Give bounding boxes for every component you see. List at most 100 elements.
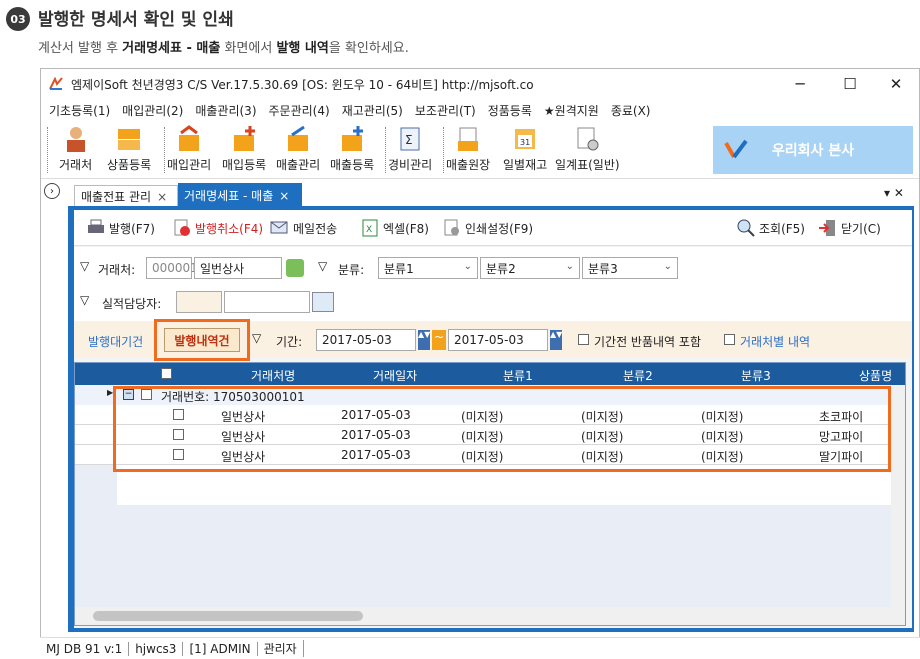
date-tilde: ~ — [432, 330, 446, 350]
client-search-icon[interactable] — [286, 259, 304, 277]
category3-select[interactable]: 분류3 ⌄ — [582, 257, 678, 279]
toolbar-product-button[interactable]: 상품등록 — [107, 125, 151, 177]
period-label: 기간: — [276, 335, 303, 349]
toolbar-expense-button[interactable]: Σ 경비관리 — [388, 125, 432, 177]
category1-select[interactable]: 분류1 ⌄ — [378, 257, 478, 279]
excel-button[interactable]: X 엑셀(F8) — [360, 219, 429, 237]
issue-cancel-button[interactable]: 발행취소(F4) — [172, 219, 263, 237]
sub-toolbar: 발행(F7) 발행취소(F4) 메일전송 X 엑셀(F8) 인쇄설정(F9) 조회… — [74, 210, 912, 246]
maximize-button[interactable]: ☐ — [827, 69, 873, 99]
grid-header: 거래처명 거래일자 분류1 분류2 분류3 상품명 — [75, 363, 905, 385]
col-product[interactable]: 상품명 — [859, 367, 892, 384]
client-name-field[interactable]: 일번상사 — [194, 257, 282, 279]
tab-invoice-sales[interactable]: 거래명세표 - 매출 × — [178, 183, 302, 208]
vertical-scrollbar[interactable] — [891, 385, 905, 607]
toolbar-purchase-mgmt-button[interactable]: 매입관리 — [167, 125, 211, 177]
mail-icon — [270, 221, 288, 234]
status-role: 관리자 — [258, 640, 304, 657]
toolbar-client-button[interactable]: 거래처 — [59, 125, 92, 177]
toolbar-purchase-reg-button[interactable]: 매입등록 — [222, 125, 266, 177]
menu-stock[interactable]: 재고관리(5) — [342, 102, 403, 119]
client-label: 거래처: — [98, 263, 136, 277]
date-from-field[interactable]: 2017-05-03 — [316, 329, 416, 351]
toolbar-separator — [47, 127, 48, 173]
horizontal-scrollbar[interactable] — [75, 607, 905, 625]
filter-area: ▽ 거래처: 000001 일번상사 ▽ 분류: 분류1 ⌄ 분류2 ⌄ 분류3 ⌄ … — [74, 247, 912, 321]
menu-bar: 기초등록(1) 매입관리(2) 매출관리(3) 주문관리(4) 재고관리(5) … — [41, 99, 919, 121]
menu-sales[interactable]: 매출관리(3) — [195, 102, 256, 119]
toolbar-separator — [443, 127, 444, 173]
product-icon — [118, 129, 141, 150]
close-doc-button[interactable]: 닫기(C) — [818, 219, 881, 237]
status-bar: MJ DB 91 v:1 hjwcs3 [1] ADMIN 관리자 — [40, 637, 920, 659]
col-cat2[interactable]: 분류2 — [623, 367, 653, 384]
menu-order[interactable]: 주문관리(4) — [269, 102, 330, 119]
col-cat1[interactable]: 분류1 — [503, 367, 533, 384]
ledger-icon — [458, 127, 479, 151]
category2-select[interactable]: 분류2 ⌄ — [480, 257, 580, 279]
include-return-checkbox[interactable] — [578, 334, 589, 345]
include-return-label: 기간전 반품내역 포함 — [594, 335, 701, 349]
sales-rep-name-field[interactable] — [224, 291, 310, 313]
filter-icon: ▽ — [318, 259, 328, 273]
toolbar-sales-reg-button[interactable]: 매출등록 — [330, 125, 374, 177]
svg-text:31: 31 — [520, 138, 530, 147]
search-button[interactable]: 조회(F5) — [736, 219, 805, 237]
company-banner[interactable]: 우리회사 본사 — [713, 126, 913, 174]
filter-icon: ▽ — [252, 331, 262, 345]
select-all-checkbox[interactable] — [161, 368, 172, 379]
pending-tab[interactable]: 발행대기건 — [88, 333, 143, 350]
toolbar-daily-summary-button[interactable]: 일계표(일반) — [555, 125, 620, 177]
step-badge: 03 — [6, 7, 30, 31]
menu-remote[interactable]: ★원격지원 — [544, 102, 599, 119]
toolbar-daily-stock-button[interactable]: 31 일별재고 — [503, 125, 547, 177]
excel-icon: X — [362, 219, 378, 237]
filter-icon: ▽ — [80, 259, 90, 273]
menu-basic[interactable]: 기초등록(1) — [49, 102, 110, 119]
company-name: 우리회사 본사 — [771, 143, 855, 159]
mail-send-button[interactable]: 메일전송 — [270, 219, 337, 237]
status-db: MJ DB 91 v:1 — [40, 641, 130, 656]
purchase-add-icon — [234, 126, 256, 151]
scroll-thumb[interactable] — [93, 611, 363, 621]
tab-menu-icon[interactable]: ▾ ✕ — [884, 186, 904, 200]
sales-icon — [288, 125, 309, 151]
by-client-checkbox[interactable] — [724, 334, 735, 345]
menu-exit[interactable]: 종료(X) — [611, 102, 651, 119]
svg-text:Σ: Σ — [405, 133, 413, 147]
minimize-button[interactable]: ─ — [777, 69, 823, 99]
menu-purchase[interactable]: 매입관리(2) — [122, 102, 183, 119]
date-to-spin[interactable]: ▲▼ — [550, 330, 562, 350]
client-icon — [66, 127, 85, 152]
tab-sales-slip[interactable]: 매출전표 관리 × — [74, 185, 178, 207]
date-from-spin[interactable]: ▲▼ — [418, 330, 430, 350]
menu-aux[interactable]: 보조관리(T) — [415, 102, 476, 119]
exit-door-icon — [819, 220, 835, 236]
company-logo-icon — [724, 139, 748, 159]
menu-register[interactable]: 정품등록 — [488, 102, 532, 119]
cancel-icon — [174, 219, 190, 236]
col-cat3[interactable]: 분류3 — [741, 367, 771, 384]
app-logo-icon — [49, 77, 63, 90]
by-client-label: 거래처별 내역 — [740, 335, 811, 349]
sidebar-toggle-icon[interactable]: › — [44, 183, 60, 199]
close-button[interactable]: ✕ — [873, 69, 919, 99]
client-code-field[interactable]: 000001 — [146, 257, 198, 279]
page-title: 발행한 명세서 확인 및 인쇄 — [38, 10, 234, 30]
summary-icon — [577, 127, 599, 151]
sales-rep-code-field[interactable] — [176, 291, 222, 313]
toolbar-ledger-button[interactable]: 매출원장 — [446, 125, 490, 177]
col-client[interactable]: 거래처명 — [251, 367, 295, 384]
date-to-field[interactable]: 2017-05-03 — [448, 329, 548, 351]
sales-rep-search-icon[interactable] — [312, 292, 334, 312]
print-settings-button[interactable]: 인쇄설정(F9) — [442, 219, 533, 237]
category-label: 분류: — [338, 263, 365, 277]
issue-button[interactable]: 발행(F7) — [86, 219, 155, 237]
issued-tab-highlight — [154, 319, 250, 361]
grid-rows-highlight — [113, 386, 891, 472]
printer-icon — [88, 219, 104, 233]
status-host: hjwcs3 — [129, 641, 184, 656]
col-date[interactable]: 거래일자 — [373, 367, 417, 384]
toolbar-sales-mgmt-button[interactable]: 매출관리 — [276, 125, 320, 177]
window-title: 엠제이Soft 천년경영3 C/S Ver.17.5.30.69 [OS: 윈도… — [71, 77, 534, 92]
